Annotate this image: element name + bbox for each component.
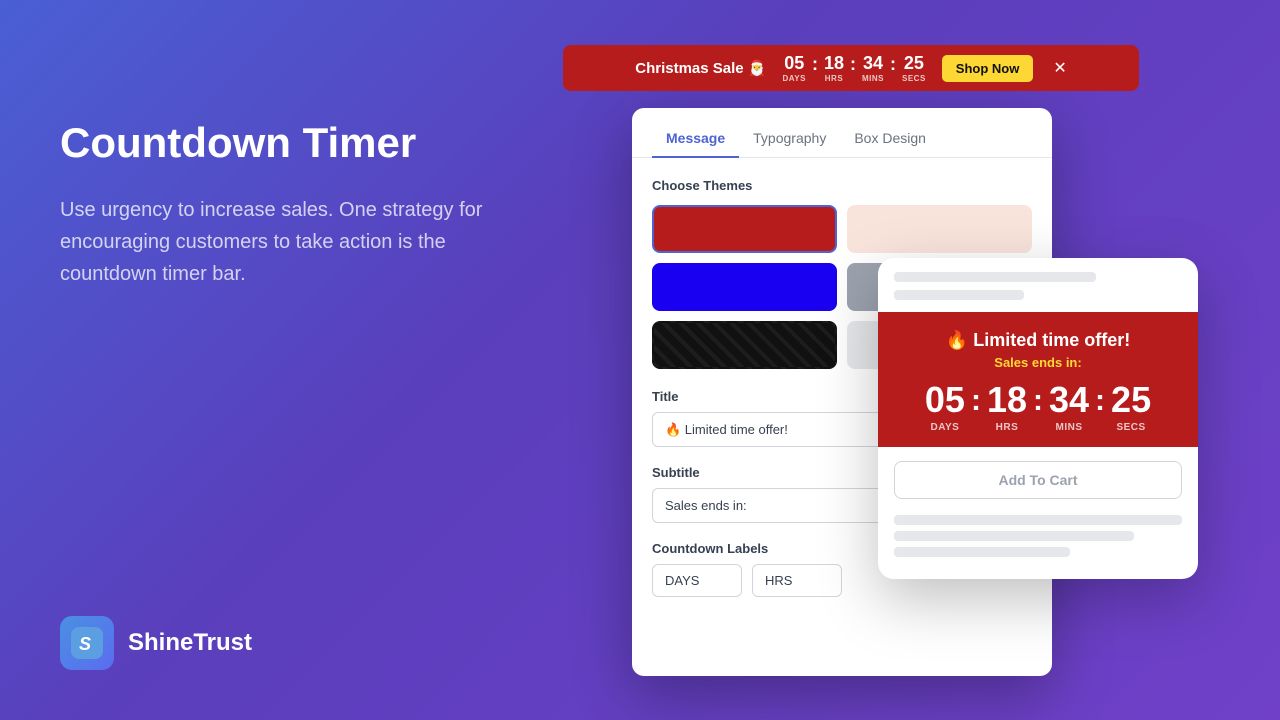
product-days-block: 05 DAYS bbox=[925, 382, 965, 433]
bar-hrs-block: 18 HRS bbox=[824, 53, 844, 83]
skeleton-line-2 bbox=[894, 290, 1024, 300]
product-countdown-card: 🔥 Limited time offer! Sales ends in: 05 … bbox=[878, 312, 1198, 447]
tab-typography[interactable]: Typography bbox=[739, 120, 840, 158]
product-skeleton-top bbox=[878, 258, 1198, 312]
bar-days-block: 05 DAYS bbox=[782, 53, 806, 83]
logo-area: S ShineTrust bbox=[60, 616, 252, 670]
bar-sep-2: : bbox=[850, 54, 856, 75]
skeleton-line-4 bbox=[894, 531, 1134, 541]
product-sep-1: : bbox=[971, 384, 981, 418]
bar-hrs-num: 18 bbox=[824, 53, 844, 74]
product-hrs-num: 18 bbox=[987, 382, 1027, 418]
product-mins-block: 34 MINS bbox=[1049, 382, 1089, 433]
bar-sep-1: : bbox=[812, 54, 818, 75]
product-hrs-block: 18 HRS bbox=[987, 382, 1027, 433]
product-mins-num: 34 bbox=[1049, 382, 1089, 418]
themes-label: Choose Themes bbox=[652, 178, 1032, 193]
add-to-cart-button[interactable]: Add To Cart bbox=[894, 461, 1182, 499]
product-days-label: DAYS bbox=[930, 422, 959, 433]
theme-blue-swatch[interactable] bbox=[652, 263, 837, 311]
hrs-label-input[interactable] bbox=[752, 564, 842, 597]
editor-tabs: Message Typography Box Design bbox=[632, 108, 1052, 158]
theme-light-swatch[interactable] bbox=[847, 205, 1032, 253]
bar-sep-3: : bbox=[890, 54, 896, 75]
bar-secs-block: 25 SECS bbox=[902, 53, 926, 83]
product-secs-label: SECS bbox=[1116, 422, 1145, 433]
product-sep-2: : bbox=[1033, 384, 1043, 418]
skeleton-line-5 bbox=[894, 547, 1070, 557]
bar-secs-num: 25 bbox=[904, 53, 924, 74]
bar-secs-label: SECS bbox=[902, 74, 926, 83]
product-hrs-label: HRS bbox=[996, 422, 1019, 433]
product-panel: 🔥 Limited time offer! Sales ends in: 05 … bbox=[878, 258, 1198, 579]
left-panel: Countdown Timer Use urgency to increase … bbox=[60, 120, 520, 290]
product-skeleton-bottom bbox=[878, 515, 1198, 557]
bar-timer: 05 DAYS : 18 HRS : 34 MINS : 25 SECS bbox=[782, 53, 925, 83]
days-label-input[interactable] bbox=[652, 564, 742, 597]
theme-dark-swatch[interactable] bbox=[652, 321, 837, 369]
bar-mins-num: 34 bbox=[863, 53, 883, 74]
bar-hrs-label: HRS bbox=[825, 74, 843, 83]
bar-mins-label: MINS bbox=[862, 74, 884, 83]
tab-box-design[interactable]: Box Design bbox=[840, 120, 940, 158]
bar-days-num: 05 bbox=[784, 53, 804, 74]
bar-title: Christmas Sale 🎅 bbox=[635, 59, 766, 77]
shop-now-button[interactable]: Shop Now bbox=[942, 55, 1034, 82]
close-bar-button[interactable]: ✕ bbox=[1053, 58, 1066, 78]
product-countdown-subtitle: Sales ends in: bbox=[894, 355, 1182, 370]
page-description: Use urgency to increase sales. One strat… bbox=[60, 194, 520, 290]
product-timer: 05 DAYS : 18 HRS : 34 MINS : 25 SECS bbox=[894, 382, 1182, 433]
skeleton-line-3 bbox=[894, 515, 1182, 525]
tab-message[interactable]: Message bbox=[652, 120, 739, 158]
product-days-num: 05 bbox=[925, 382, 965, 418]
product-mins-label: MINS bbox=[1056, 422, 1083, 433]
product-secs-num: 25 bbox=[1111, 382, 1151, 418]
product-sep-3: : bbox=[1095, 384, 1105, 418]
svg-text:S: S bbox=[79, 634, 91, 654]
skeleton-line-1 bbox=[894, 272, 1096, 282]
bar-days-label: DAYS bbox=[782, 74, 806, 83]
logo-icon: S bbox=[60, 616, 114, 670]
product-countdown-title: 🔥 Limited time offer! bbox=[894, 330, 1182, 351]
product-secs-block: 25 SECS bbox=[1111, 382, 1151, 433]
countdown-bar: Christmas Sale 🎅 05 DAYS : 18 HRS : 34 M… bbox=[563, 45, 1139, 91]
theme-red-swatch[interactable] bbox=[652, 205, 837, 253]
page-title: Countdown Timer bbox=[60, 120, 520, 166]
logo-text: ShineTrust bbox=[128, 629, 252, 657]
bar-mins-block: 34 MINS bbox=[862, 53, 884, 83]
